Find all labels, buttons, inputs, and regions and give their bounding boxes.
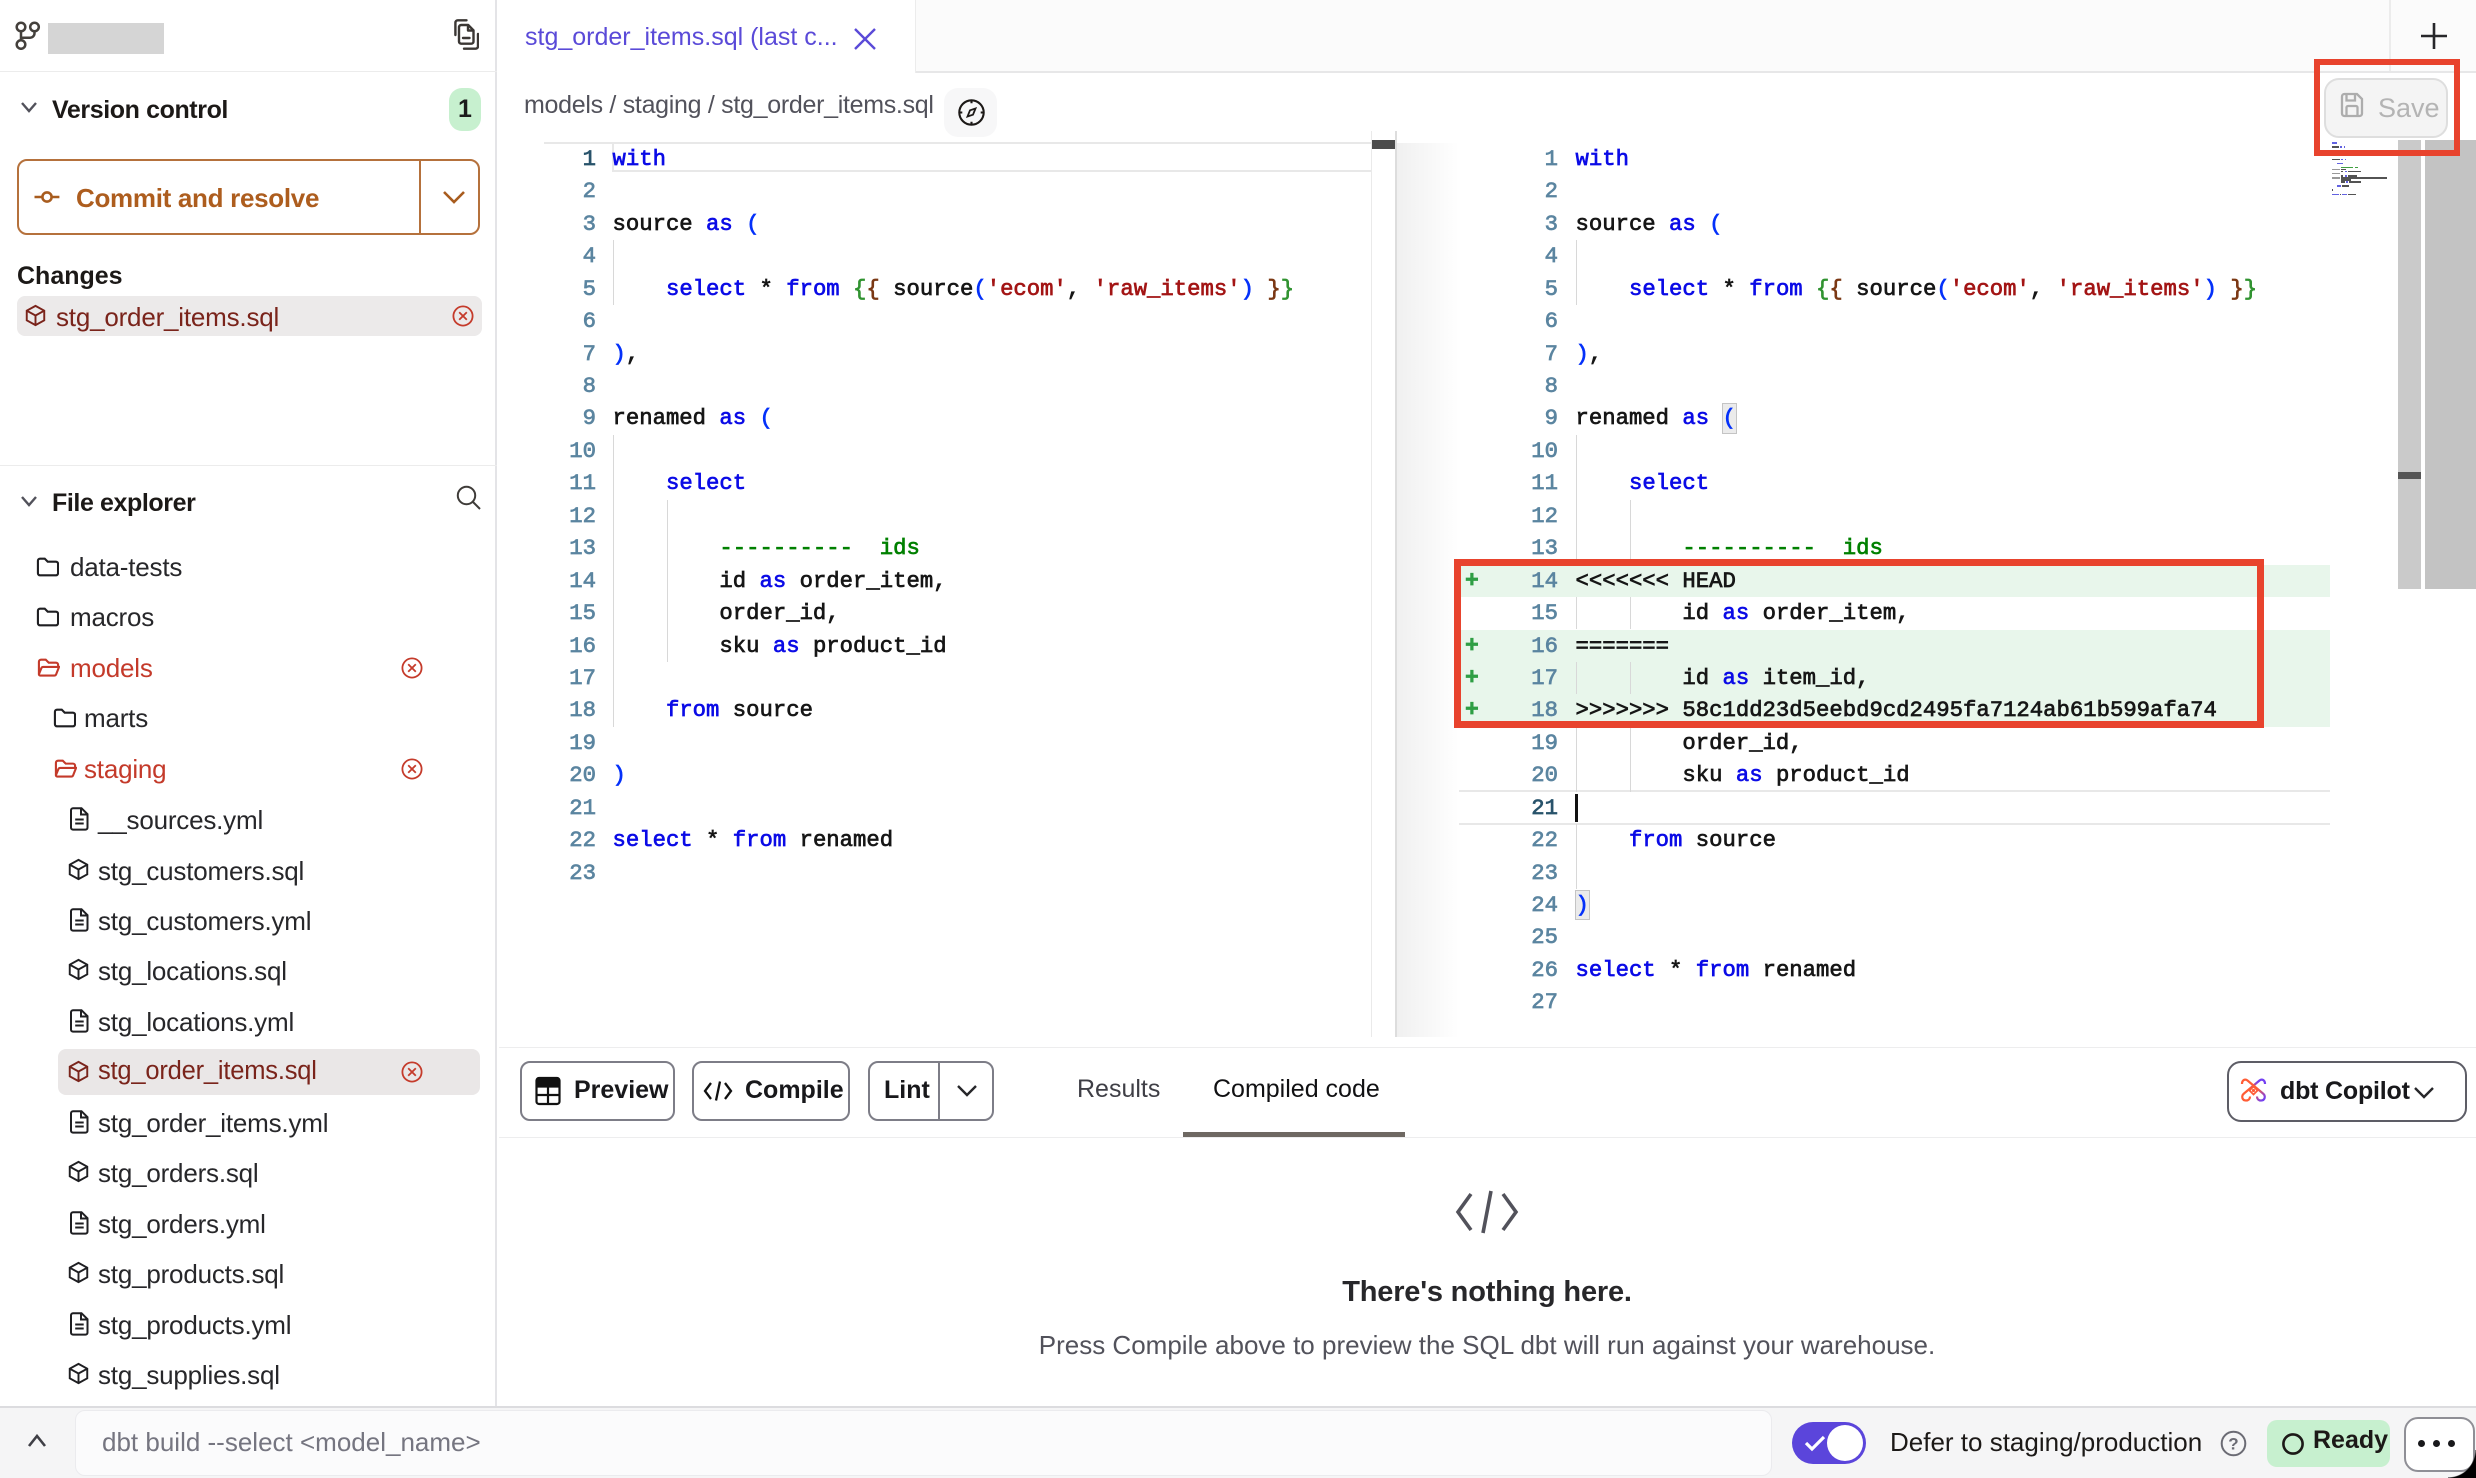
svg-text:?: ? — [2228, 1435, 2238, 1454]
